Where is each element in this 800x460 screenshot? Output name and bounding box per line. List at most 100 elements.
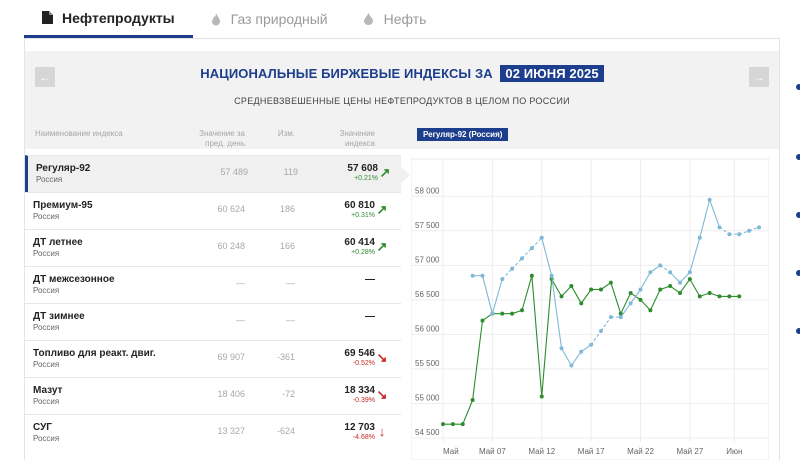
x-tick-label: Май 22 [627, 447, 654, 456]
table-row[interactable]: Премиум-95 Россия 60 624 186 60 810 +0.31% ↗ [25, 192, 401, 229]
title-text: НАЦИОНАЛЬНЫЕ БИРЖЕВЫЕ ИНДЕКСЫ ЗА [200, 66, 493, 81]
series-1-point [638, 287, 643, 292]
table-row[interactable]: Регуляр-92 Россия 57 489 119 57 608 +0.21% ↗ [25, 155, 410, 192]
series-0-point [717, 294, 722, 299]
prev-value: 60 248 [217, 241, 245, 251]
trend-up-icon: ↗ [376, 202, 388, 217]
change-value: 186 [279, 204, 295, 214]
series-0-point [737, 294, 742, 299]
index-region: Россия [33, 212, 60, 221]
series-0-point [727, 294, 732, 299]
change-value: — [286, 315, 295, 325]
series-0-point [579, 301, 584, 306]
series-0-point [707, 290, 712, 295]
index-value: 18 334 [344, 385, 375, 396]
tab-label: Нефть [383, 11, 427, 27]
change-value: 119 [283, 167, 298, 177]
table-row[interactable]: ДТ зимнее Россия — — — [25, 303, 401, 340]
series-1-point [608, 315, 613, 320]
series-1-point [539, 235, 544, 240]
series-0-point [697, 294, 702, 299]
series-1-point [717, 225, 722, 230]
series-0-point [441, 422, 445, 427]
y-tick-label: 56 500 [415, 290, 440, 299]
series-0-point [480, 318, 485, 323]
percent-change: -4.68% [352, 434, 375, 441]
series-0-point [539, 394, 544, 399]
index-value: — [365, 274, 375, 285]
x-tick-label: Май [443, 447, 459, 456]
indices-panel: ← НАЦИОНАЛЬНЫЕ БИРЖЕВЫЕ ИНДЕКСЫ ЗА 02 ИЮ… [24, 39, 780, 460]
series-1-point [579, 349, 584, 354]
prev-value: — [236, 315, 245, 325]
series-0-point [500, 311, 505, 316]
tab-oil[interactable]: Нефть [346, 0, 445, 38]
table-row[interactable]: ДТ летнее Россия 60 248 166 60 414 +0.28% ↗ [25, 229, 401, 266]
y-tick-label: 55 000 [415, 393, 440, 402]
percent-change: -0.52% [352, 360, 375, 367]
side-bullet [796, 154, 800, 160]
no-trend [375, 314, 389, 328]
table-header: Наименование индекса Значение за пред. д… [25, 123, 401, 155]
chart-frame [411, 158, 769, 460]
index-name: ДТ летнее [33, 237, 83, 248]
prev-value: 57 489 [220, 167, 248, 177]
chart-svg: 58 000 57 500 57 000 56 500 56 000 55 500 55 0… [411, 158, 769, 460]
index-name: ДТ зимнее [33, 311, 85, 322]
prev-value: 13 327 [217, 426, 245, 436]
series-1-point [589, 342, 594, 347]
series-1-point [668, 270, 673, 275]
index-region: Россия [33, 286, 60, 295]
column-header-name: Наименование индекса [35, 129, 123, 138]
tab-oil-products[interactable]: Нефтепродукты [24, 0, 193, 38]
change-value: -72 [281, 389, 295, 399]
series-1-point [500, 277, 505, 282]
table-row[interactable]: СУГ Россия 13 327 -624 12 703 -4.68% ↓ [25, 414, 401, 451]
series-1-point [559, 346, 564, 351]
flame-icon [209, 12, 223, 26]
next-date-button[interactable]: → [749, 67, 769, 87]
trend-down-icon: ↓ [378, 424, 386, 439]
index-value: — [365, 311, 375, 322]
table-row[interactable]: ДТ межсезонное Россия — — — [25, 266, 401, 303]
trend-down-icon: ↘ [376, 387, 388, 402]
series-1-point [618, 315, 623, 320]
index-region: Россия [33, 323, 60, 332]
series-1-point [658, 263, 663, 268]
column-header-value: Значение индекса [339, 129, 375, 148]
tab-natural-gas[interactable]: Газ природный [193, 0, 346, 38]
series-1-point [678, 280, 682, 285]
table-row[interactable]: Топливо для реакт. двиг. Россия 69 907 -361… [25, 340, 401, 377]
series-0-point [638, 297, 643, 302]
series-1-point [599, 328, 603, 333]
series-0-point [678, 290, 682, 295]
series-0-point [648, 308, 653, 313]
y-tick-label: 57 000 [415, 255, 440, 264]
page-title: НАЦИОНАЛЬНЫЕ БИРЖЕВЫЕ ИНДЕКСЫ ЗА 02 ИЮНЯ… [25, 65, 779, 82]
side-bullet [796, 212, 800, 218]
y-tick-label: 56 000 [415, 324, 440, 333]
series-0-point [460, 422, 465, 427]
date-badge[interactable]: 02 ИЮНЯ 2025 [500, 65, 604, 82]
prev-value: 18 406 [217, 389, 245, 399]
series-1-point [490, 311, 495, 316]
y-tick-label: 58 000 [415, 186, 440, 195]
series-1-point [470, 273, 475, 278]
index-value: 60 810 [344, 200, 375, 211]
trend-up-icon: ↗ [376, 239, 388, 254]
series-1-point [687, 270, 692, 275]
series-1-point [648, 270, 653, 275]
series-0-point [668, 284, 673, 289]
series-1-point [628, 301, 633, 306]
x-tick-label: Май 27 [676, 447, 703, 456]
index-value: 60 414 [344, 237, 375, 248]
index-name: ДТ межсезонное [33, 274, 115, 285]
column-header-change: Изм. [277, 129, 295, 138]
side-bullet [796, 84, 800, 90]
series-0-point [450, 422, 455, 427]
series-1-point [569, 363, 574, 368]
index-name: Премиум-95 [33, 200, 93, 211]
series-1-point [520, 256, 524, 261]
table-row[interactable]: Мазут Россия 18 406 -72 18 334 -0.39% ↘ [25, 377, 401, 414]
index-region: Россия [33, 434, 60, 443]
